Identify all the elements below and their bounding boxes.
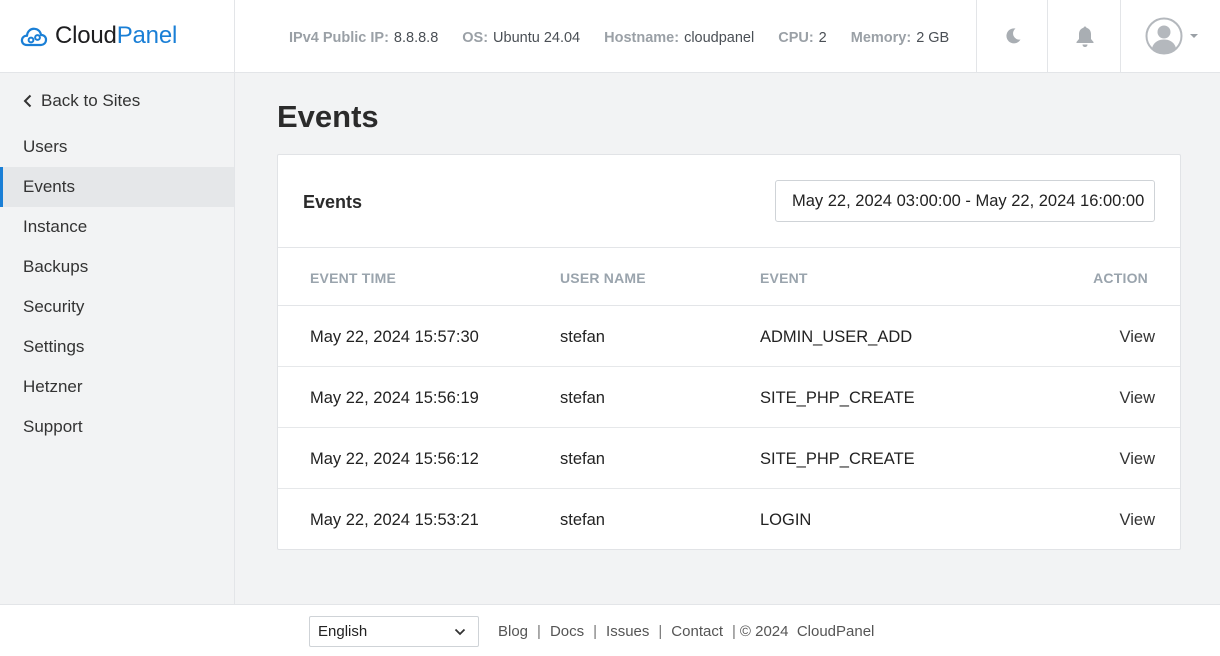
footer-links: Blog | Docs | Issues | Contact | © 2024 …: [498, 623, 874, 640]
cell-user-name: stefan: [560, 511, 605, 529]
cell-user-name: stefan: [560, 389, 605, 407]
sidebar: Back to Sites Users Events Instance Back…: [0, 73, 235, 604]
footer-link-docs[interactable]: Docs: [550, 623, 584, 640]
sidebar-item-label: Users: [23, 137, 68, 156]
sysinfo-hostname: Hostname: cloudpanel: [604, 30, 755, 46]
brand-name: CloudPanel: [55, 22, 178, 49]
bell-icon: [1076, 26, 1093, 47]
table-row: May 22, 2024 15:56:19 stefan SITE_PHP_CR…: [278, 367, 1180, 428]
column-header-event-time: EVENT TIME: [310, 270, 397, 286]
sidebar-nav: Users Events Instance Backups Security S…: [0, 127, 234, 447]
separator: |: [732, 623, 736, 640]
sidebar-item-label: Settings: [23, 337, 85, 356]
date-range-picker[interactable]: May 22, 2024 03:00:00 - May 22, 2024 16:…: [775, 180, 1155, 222]
sysinfo-memory: Memory: 2 GB: [850, 30, 950, 46]
system-info: IPv4 Public IP: 8.8.8.8 OS: Ubuntu 24.04 H…: [289, 30, 949, 46]
moon-icon: [1005, 28, 1020, 44]
logo[interactable]: CloudPanel: [0, 0, 235, 72]
cloud-logo-icon: [20, 27, 48, 47]
sidebar-item-label: Instance: [23, 217, 88, 236]
view-button[interactable]: View: [1120, 328, 1155, 347]
card-header: Events May 22, 2024 03:00:00 - May 22, 2…: [278, 155, 1180, 248]
footer: English Blog | Docs | Issues | Contact |…: [0, 604, 1220, 656]
user-menu-button[interactable]: [1120, 0, 1220, 72]
chevron-left-icon: [23, 94, 32, 108]
table-row: May 22, 2024 15:57:30 stefan ADMIN_USER_…: [278, 306, 1180, 367]
view-button[interactable]: View: [1120, 450, 1155, 469]
theme-toggle-button[interactable]: [976, 0, 1048, 72]
copyright: © 2024 CloudPanel: [739, 623, 875, 640]
view-button[interactable]: View: [1120, 389, 1155, 408]
sidebar-item-events[interactable]: Events: [0, 167, 234, 207]
user-avatar-icon: [1145, 17, 1182, 55]
sidebar-item-label: Security: [23, 297, 85, 316]
footer-link-blog[interactable]: Blog: [498, 623, 528, 640]
separator: |: [658, 623, 663, 640]
sidebar-item-hetzner[interactable]: Hetzner: [0, 367, 234, 407]
sysinfo-cpu: CPU: 2: [778, 30, 827, 46]
sidebar-item-users[interactable]: Users: [0, 127, 234, 167]
footer-link-contact[interactable]: Contact: [671, 623, 723, 640]
chevron-down-icon: [454, 628, 466, 635]
card-title: Events: [303, 192, 363, 212]
column-header-event: EVENT: [760, 270, 808, 286]
cell-event: LOGIN: [760, 511, 812, 529]
cell-user-name: stefan: [560, 450, 605, 468]
cell-event: SITE_PHP_CREATE: [760, 450, 915, 468]
column-header-action: ACTION: [1093, 270, 1148, 286]
back-to-sites-label: Back to Sites: [41, 91, 141, 110]
sidebar-item-security[interactable]: Security: [0, 287, 234, 327]
cell-user-name: stefan: [560, 328, 605, 346]
cell-event: SITE_PHP_CREATE: [760, 389, 915, 407]
events-card: Events May 22, 2024 03:00:00 - May 22, 2…: [277, 154, 1181, 550]
table-header: EVENT TIME USER NAME EVENT ACTION: [278, 248, 1180, 306]
sysinfo-os: OS: Ubuntu 24.04: [462, 30, 581, 46]
table-row: May 22, 2024 15:56:12 stefan SITE_PHP_CR…: [278, 428, 1180, 489]
cell-event-time: May 22, 2024 15:53:21: [310, 511, 479, 529]
sidebar-item-backups[interactable]: Backups: [0, 247, 234, 287]
sidebar-item-label: Events: [23, 177, 75, 196]
language-select[interactable]: English: [309, 616, 479, 647]
separator: |: [593, 623, 598, 640]
sidebar-item-settings[interactable]: Settings: [0, 327, 234, 367]
separator: |: [537, 623, 541, 640]
top-header: CloudPanel IPv4 Public IP: 8.8.8.8 OS: Ubu…: [0, 0, 1220, 73]
cell-event-time: May 22, 2024 15:56:12: [310, 450, 479, 468]
sidebar-item-label: Backups: [23, 257, 89, 276]
sidebar-item-label: Hetzner: [23, 377, 83, 396]
sidebar-item-label: Support: [23, 417, 83, 436]
notifications-button[interactable]: [1047, 0, 1121, 72]
sidebar-item-instance[interactable]: Instance: [0, 207, 234, 247]
main-content: Events Events May 22, 2024 03:00:00 - Ma…: [235, 73, 1220, 604]
column-header-user-name: USER NAME: [560, 270, 646, 286]
view-button[interactable]: View: [1120, 511, 1155, 530]
sysinfo-ip: IPv4 Public IP: 8.8.8.8: [289, 30, 439, 46]
page-title: Events: [277, 99, 379, 134]
table-row: May 22, 2024 15:53:21 stefan LOGIN View: [278, 489, 1180, 550]
cell-event: ADMIN_USER_ADD: [760, 328, 913, 346]
sidebar-item-support[interactable]: Support: [0, 407, 234, 447]
cell-event-time: May 22, 2024 15:56:19: [310, 389, 479, 407]
caret-down-icon: [1190, 34, 1198, 38]
cell-event-time: May 22, 2024 15:57:30: [310, 328, 479, 346]
language-select-value: English: [318, 623, 368, 640]
footer-link-issues[interactable]: Issues: [606, 623, 649, 640]
back-to-sites-link[interactable]: Back to Sites: [23, 91, 140, 111]
